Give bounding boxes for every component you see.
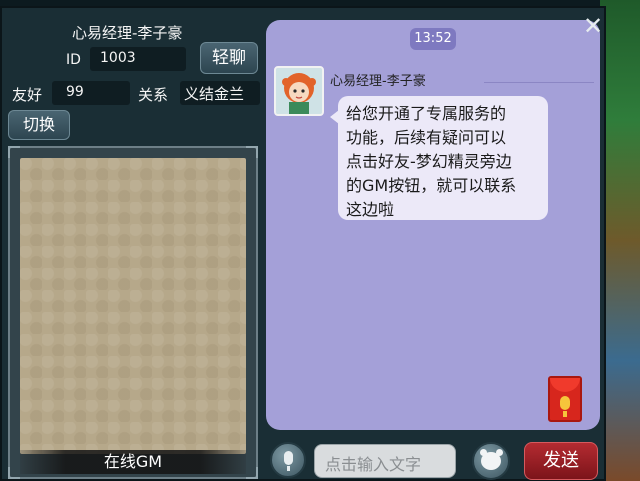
chat-message-area[interactable]: 13:52 心易经理-李子豪 给您开通了专属服务的 功能，后续有疑问可以 点击好… xyxy=(266,20,600,430)
character-portrait xyxy=(20,158,246,454)
contact-name: 心易经理-李子豪 xyxy=(72,24,183,42)
sender-avatar[interactable] xyxy=(274,66,324,116)
message-input[interactable]: 点击输入文字 xyxy=(314,444,456,478)
frame-corner xyxy=(246,146,258,158)
friend-chat-panel: 心易经理-李子豪 ID 1003 轻聊 友好 99 关系 义结金兰 切换 在线G… xyxy=(0,6,606,481)
message-line: 给您开通了专属服务的 xyxy=(346,104,507,123)
message-line: 这边啦 xyxy=(346,200,395,219)
message-bubble: 给您开通了专属服务的 功能，后续有疑问可以 点击好友-梦幻精灵旁边 的GM按钮，… xyxy=(338,96,548,220)
frame-corner xyxy=(8,467,20,479)
contact-info-column: 心易经理-李子豪 ID 1003 轻聊 友好 99 关系 义结金兰 切换 在线G… xyxy=(2,8,264,481)
message-sender-name: 心易经理-李子豪 xyxy=(330,74,426,89)
emoji-button[interactable] xyxy=(472,442,510,480)
frame-corner xyxy=(8,146,20,158)
microphone-icon xyxy=(560,396,570,410)
close-icon[interactable]: ✕ xyxy=(578,12,608,42)
switch-button[interactable]: 切换 xyxy=(8,110,70,140)
id-label: ID xyxy=(66,52,81,68)
message-line: 功能，后续有疑问可以 xyxy=(346,128,507,147)
message-line: 点击好友-梦幻精灵旁边 xyxy=(346,152,512,171)
portrait-frame: 在线GM xyxy=(8,146,258,479)
id-value: 1003 xyxy=(90,47,186,71)
friendship-value: 99 xyxy=(52,81,130,105)
red-packet-voice-icon[interactable] xyxy=(548,376,582,422)
microphone-stand xyxy=(287,466,290,471)
relation-value: 义结金兰 xyxy=(180,81,260,105)
frame-corner xyxy=(246,467,258,479)
relation-label: 关系 xyxy=(138,86,169,104)
red-packet-flap xyxy=(550,378,580,392)
voice-input-button[interactable] xyxy=(270,442,306,478)
background-game-scene xyxy=(600,0,640,481)
online-status-bar: 在线GM xyxy=(20,450,246,474)
friendship-label: 友好 xyxy=(12,86,43,104)
emoji-icon xyxy=(481,452,501,470)
send-button[interactable]: 发送 xyxy=(524,442,598,480)
message-line: 的GM按钮，就可以联系 xyxy=(346,176,517,195)
light-chat-button[interactable]: 轻聊 xyxy=(200,42,258,74)
microphone-icon xyxy=(284,451,293,465)
sender-divider xyxy=(484,82,594,83)
microphone-stand xyxy=(563,411,567,417)
avatar-icon xyxy=(276,68,322,114)
timestamp-pill: 13:52 xyxy=(410,28,456,50)
